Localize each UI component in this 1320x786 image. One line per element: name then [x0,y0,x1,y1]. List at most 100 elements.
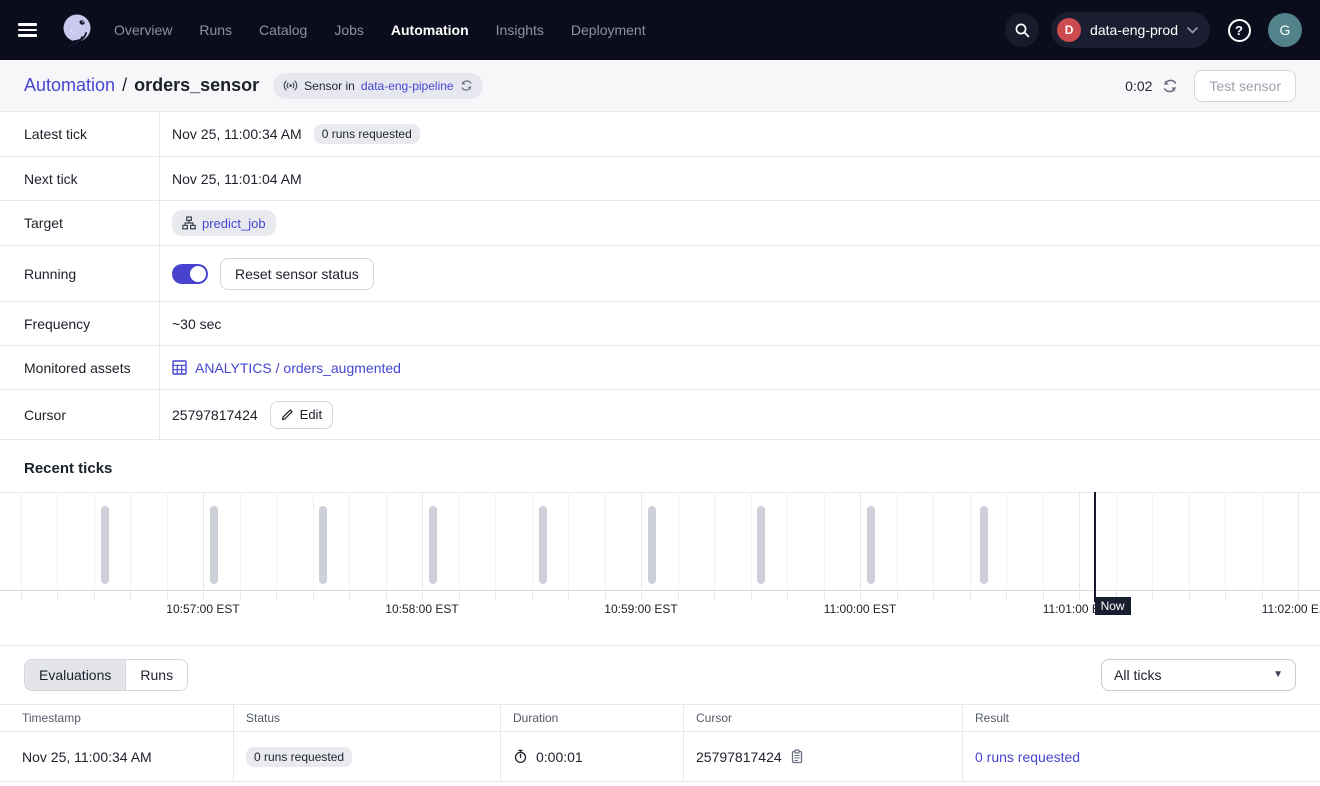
chart-gridline [568,493,569,590]
now-tooltip: Now [1095,597,1131,615]
evaluations-table: Timestamp Status Duration Cursor Result … [0,704,1320,782]
chart-gridline [94,493,95,590]
refresh-countdown: 0:02 [1125,78,1152,94]
chart-gridline [605,493,606,590]
latest-tick-label: Latest tick [0,112,160,156]
tick-filter-value: All ticks [1114,667,1161,683]
help-button[interactable]: ? [1222,13,1256,47]
chart-gridline [970,493,971,590]
frequency-row: Frequency ~30 sec [0,302,1320,346]
target-job-pill[interactable]: predict_job [172,210,276,236]
latest-tick-value: Nov 25, 11:00:34 AM [172,126,302,142]
axis-tick-mark [605,592,606,599]
next-tick-value: Nov 25, 11:01:04 AM [172,171,302,187]
target-job-name: predict_job [202,216,266,231]
search-button[interactable] [1005,13,1039,47]
chart-gridline [1079,493,1080,590]
dagster-logo-icon[interactable] [58,11,96,49]
workspace-badge: D [1057,18,1081,42]
sensor-location-badge: Sensor in data-eng-pipeline [273,73,482,99]
nav-item-automation[interactable]: Automation [391,22,469,38]
breadcrumb-automation-link[interactable]: Automation [24,75,115,96]
chart-gridline [313,493,314,590]
chart-gridline [787,493,788,590]
tab-runs[interactable]: Runs [125,660,187,690]
nav-item-runs[interactable]: Runs [199,22,232,38]
sensor-badge-text: Sensor in [304,79,355,93]
axis-tick-mark [386,592,387,599]
axis-tick-mark [313,592,314,599]
nav-item-insights[interactable]: Insights [496,22,544,38]
next-tick-label: Next tick [0,157,160,200]
tick-chart-plot [0,492,1320,591]
test-sensor-button[interactable]: Test sensor [1194,70,1296,102]
reset-sensor-status-button[interactable]: Reset sensor status [220,258,374,290]
axis-tick-mark [751,592,752,599]
cursor-row: Cursor 25797817424 Edit [0,390,1320,440]
chart-gridline [1298,493,1299,590]
nav-item-jobs[interactable]: Jobs [334,22,364,38]
chart-gridline [349,493,350,590]
chart-gridline [714,493,715,590]
now-marker-line [1094,492,1096,602]
chart-gridline [130,493,131,590]
chart-gridline [824,493,825,590]
axis-tick-mark [167,592,168,599]
axis-tick-mark [1189,592,1190,599]
axis-tick-mark [1225,592,1226,599]
table-row: Nov 25, 11:00:34 AM 0 runs requested 0:0… [0,732,1320,782]
recent-ticks-chart[interactable]: 10:57:00 EST10:58:00 EST10:59:00 EST11:0… [0,492,1320,632]
tick-bar[interactable] [867,506,875,584]
chart-gridline [203,493,204,590]
tick-bar[interactable] [319,506,327,584]
nav-item-catalog[interactable]: Catalog [259,22,307,38]
asset-table-icon [172,360,187,375]
axis-tick-mark [57,592,58,599]
nav-item-overview[interactable]: Overview [114,22,172,38]
next-tick-row: Next tick Nov 25, 11:01:04 AM [0,157,1320,201]
tick-bar[interactable] [210,506,218,584]
edit-cursor-button[interactable]: Edit [270,401,333,429]
copy-icon[interactable] [790,749,804,764]
chart-gridline [751,493,752,590]
nav-item-deployment[interactable]: Deployment [571,22,646,38]
hamburger-menu-icon[interactable] [14,13,48,47]
tab-evaluations[interactable]: Evaluations [25,660,125,690]
tick-filter-select[interactable]: All ticks ▼ [1101,659,1296,691]
user-avatar[interactable]: G [1268,13,1302,47]
axis-tick-mark [495,592,496,599]
latest-tick-status-badge: 0 runs requested [314,124,420,144]
edit-cursor-button-label: Edit [300,407,322,422]
tick-bar[interactable] [648,506,656,584]
chart-gridline [532,493,533,590]
tick-bar[interactable] [757,506,765,584]
chart-gridline [459,493,460,590]
axis-tick-mark [1298,592,1299,599]
tick-bar[interactable] [539,506,547,584]
chart-gridline [933,493,934,590]
target-label: Target [0,201,160,245]
axis-tick-mark [94,592,95,599]
tick-bar[interactable] [980,506,988,584]
recent-ticks-heading: Recent ticks [0,440,1320,492]
tick-bar[interactable] [429,506,437,584]
axis-tick-mark [459,592,460,599]
axis-tick-mark [970,592,971,599]
refresh-icon[interactable] [1162,78,1178,94]
latest-tick-row: Latest tick Nov 25, 11:00:34 AM 0 runs r… [0,112,1320,157]
col-header-status: Status [233,705,500,731]
chart-gridline [240,493,241,590]
axis-tick-mark [824,592,825,599]
workspace-switcher[interactable]: D data-eng-prod [1051,12,1210,48]
axis-label: 10:57:00 EST [166,602,239,616]
cursor-value: 25797817424 [172,407,258,423]
table-header-row: Timestamp Status Duration Cursor Result [0,704,1320,732]
cell-result-link[interactable]: 0 runs requested [975,749,1080,765]
code-location-link[interactable]: data-eng-pipeline [361,79,454,93]
cell-status-badge: 0 runs requested [246,747,352,767]
monitored-asset-link[interactable]: ANALYTICS / orders_augmented [172,360,401,376]
chart-gridline [1225,493,1226,590]
chart-gridline [21,493,22,590]
running-toggle[interactable] [172,264,208,284]
tick-bar[interactable] [101,506,109,584]
